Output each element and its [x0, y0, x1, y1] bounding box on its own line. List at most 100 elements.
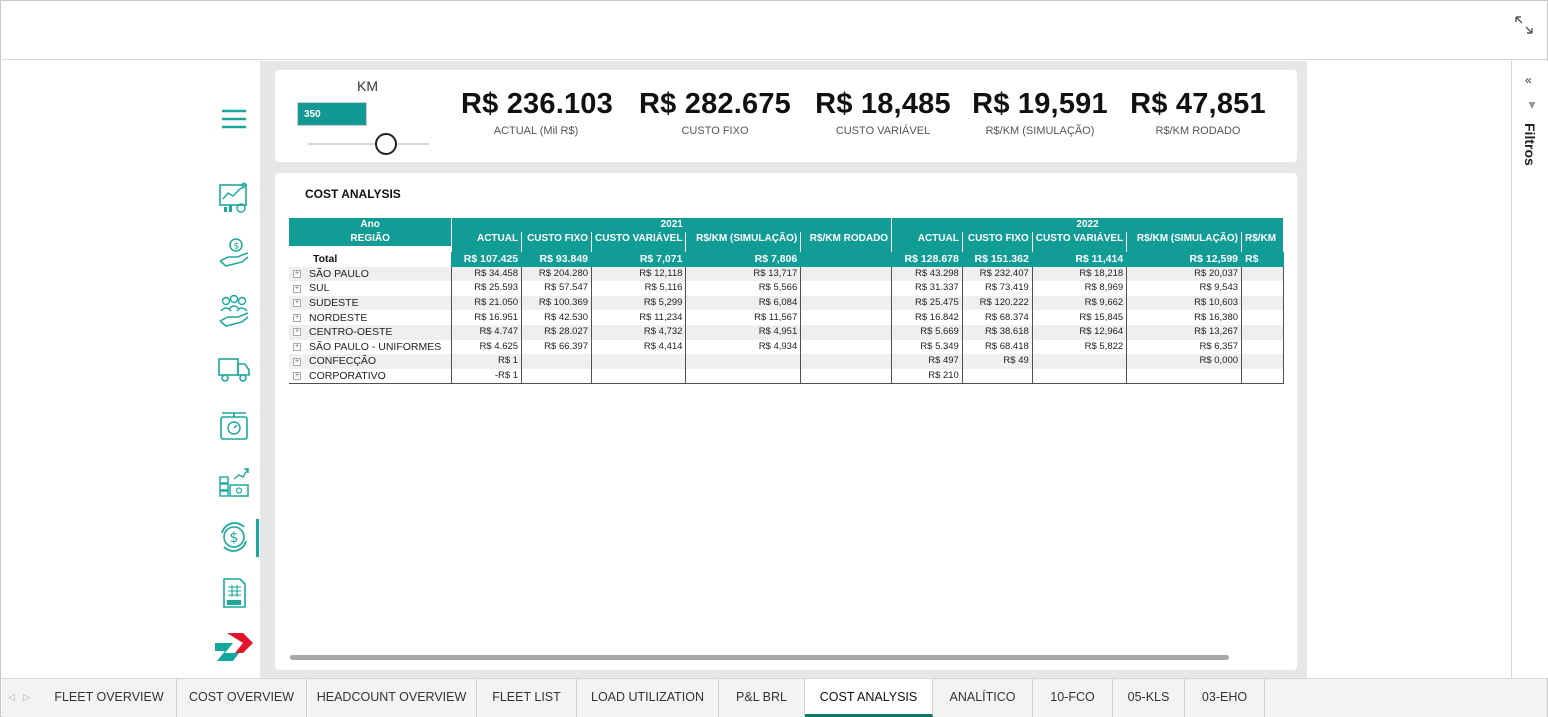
table-row[interactable]: + SÃO PAULO R$ 34.458 R$ 204.280 R$ 12,118 R$… [289, 266, 1284, 282]
value-cell [962, 368, 1033, 384]
column-header[interactable]: ACTUAL [451, 232, 523, 246]
value-cell: R$ 11,414 [1032, 252, 1128, 267]
regiao-header[interactable]: REGIÃO [289, 232, 453, 246]
table-row[interactable]: + SUDESTE R$ 21.050 R$ 100.369 R$ 5,299 R$ 6,… [289, 295, 1284, 311]
region-name-cell: + SUDESTE [289, 295, 453, 311]
dollar-cycle-icon[interactable]: $ [216, 519, 252, 555]
value-cell: R$ 12,599 [1126, 252, 1243, 267]
total-row[interactable]: Total R$ 107.425 R$ 93.849 R$ 7,071 R$ 7,806… [289, 252, 1284, 267]
table-row[interactable]: + CONFECÇÃO R$ 1 R$ 497 R$ 49 R$ 0,000 [289, 354, 1284, 369]
page-tab[interactable]: LOAD UTILIZATION [577, 679, 719, 717]
truck-icon[interactable] [216, 351, 252, 387]
expand-plus-icon[interactable]: + [293, 313, 301, 322]
column-header[interactable]: CUSTO FIXO [962, 232, 1033, 246]
column-header[interactable]: CUSTO FIXO [521, 232, 593, 246]
column-header[interactable]: CUSTO VARIÁVEL [1032, 232, 1128, 246]
column-header[interactable]: ACTUAL [891, 232, 963, 246]
value-cell [800, 368, 893, 384]
value-cell: R$ 16.842 [891, 310, 963, 325]
value-cell [591, 354, 687, 369]
value-cell: R$ 232.407 [962, 266, 1033, 282]
value-cell: R$ [1241, 252, 1284, 267]
column-header[interactable]: R$/KM (SIMULAÇÃO) [1126, 232, 1243, 246]
matrix-body: Total R$ 107.425 R$ 93.849 R$ 7,071 R$ 7,806… [289, 252, 1284, 384]
page-tab[interactable]: 03-EHO [1185, 679, 1265, 717]
value-cell: R$ 1 [451, 354, 523, 369]
page-tab[interactable]: ANALÍTICO [933, 679, 1033, 717]
value-cell: R$ 49 [962, 354, 1033, 369]
value-cell: R$ 57.547 [521, 281, 593, 296]
expand-plus-icon[interactable]: + [293, 284, 301, 293]
value-cell: R$ 128.678 [891, 252, 963, 267]
page-tab[interactable]: FLEET OVERVIEW [42, 679, 177, 717]
value-cell: R$ 0,000 [1126, 354, 1243, 369]
value-cell [1241, 281, 1284, 296]
expand-plus-icon[interactable]: + [293, 299, 301, 308]
column-header[interactable]: R$/KM (SIMULAÇÃO) [685, 232, 802, 246]
value-cell [1241, 266, 1284, 282]
ano-header: Ano [289, 218, 453, 232]
value-cell: R$ 4,951 [685, 324, 802, 340]
page-tab[interactable]: HEADCOUNT OVERVIEW [307, 679, 477, 717]
value-cell: R$ 4.747 [451, 324, 523, 340]
region-name-cell: + CONFECÇÃO [289, 354, 453, 369]
cost-hand-icon[interactable]: $ [216, 235, 252, 271]
horizontal-scrollbar[interactable] [290, 655, 1229, 660]
scale-icon[interactable] [216, 407, 252, 443]
expand-plus-icon[interactable]: + [293, 270, 301, 279]
filters-label[interactable]: Filtros [1522, 123, 1538, 166]
region-name-cell: + SÃO PAULO [289, 266, 453, 282]
page-tab[interactable]: 10-FCO [1033, 679, 1113, 717]
page-tab[interactable]: P&L BRL [719, 679, 805, 717]
column-header[interactable]: R$/KM RODADO [800, 232, 893, 246]
value-cell [1241, 295, 1284, 311]
table-row[interactable]: + SUL R$ 25.593 R$ 57.547 R$ 5,116 R$ 5,566 R$… [289, 281, 1284, 296]
matrix-viewport[interactable]: Ano 2021 2022 REGIÃO ACTUAL CUSTO FIXO C… [289, 218, 1284, 388]
page-tab[interactable]: COST OVERVIEW [177, 679, 307, 717]
expand-plus-icon[interactable]: + [293, 372, 301, 381]
menu-icon[interactable] [216, 101, 252, 137]
km-slider-track[interactable] [308, 143, 429, 145]
column-header[interactable]: CUSTO VARIÁVEL [591, 232, 687, 246]
km-slider-thumb[interactable] [375, 133, 397, 155]
page-tab[interactable]: 05-KLS [1113, 679, 1185, 717]
expand-plus-icon[interactable]: + [293, 328, 301, 337]
tab-scroll-arrows-icon[interactable]: ◁▷ [8, 692, 38, 703]
value-cell: R$ 6,084 [685, 295, 802, 311]
spreadsheet-xls-icon[interactable] [216, 575, 252, 611]
table-row[interactable]: + NORDESTE R$ 16.951 R$ 42.530 R$ 11,234 R$ 1… [289, 310, 1284, 325]
headcount-icon[interactable] [216, 293, 252, 329]
value-cell: R$ 43.298 [891, 266, 963, 282]
table-row[interactable]: + CENTRO-OESTE R$ 4.747 R$ 28.027 R$ 4,732 R$… [289, 324, 1284, 340]
table-row[interactable]: + CORPORATIVO -R$ 1 R$ 210 [289, 368, 1284, 384]
value-cell: R$ 68.418 [962, 339, 1033, 355]
top-bar [2, 2, 1547, 60]
region-name: CONFECÇÃO [309, 355, 377, 368]
expand-icon[interactable] [1513, 14, 1535, 36]
region-name-cell: + CORPORATIVO [289, 368, 453, 384]
region-name: SÃO PAULO - UNIFORMES [309, 340, 442, 353]
table-row[interactable]: + SÃO PAULO - UNIFORMES R$ 4.625 R$ 66.397 R… [289, 339, 1284, 355]
value-cell: R$ 9,662 [1032, 295, 1128, 311]
value-cell: R$ 10,603 [1126, 295, 1243, 311]
collapse-chevron-icon[interactable]: « [1525, 73, 1532, 87]
page-tab[interactable]: FLEET LIST [477, 679, 577, 717]
money-growth-icon[interactable] [216, 463, 252, 499]
expand-plus-icon[interactable]: + [293, 357, 301, 366]
value-cell: R$ 31.337 [891, 281, 963, 296]
column-header[interactable]: R$/KM [1241, 232, 1284, 246]
kpi-value: R$ 19,591 [972, 88, 1108, 120]
kpi-actual: R$ 236.103 ACTUAL (Mil R$) [461, 88, 613, 137]
value-cell: R$ 8,969 [1032, 281, 1128, 296]
value-cell [800, 354, 893, 369]
kpi-value: R$ 18,485 [815, 88, 951, 120]
value-cell: R$ 66.397 [521, 339, 593, 355]
region-name-cell: + NORDESTE [289, 310, 453, 325]
value-cell: R$ 7,071 [591, 252, 687, 267]
expand-plus-icon[interactable]: + [293, 343, 301, 352]
page-tab[interactable]: COST ANALYSIS [805, 679, 933, 717]
km-input[interactable]: 350 [297, 102, 367, 126]
value-cell: R$ 13,717 [685, 266, 802, 282]
fleet-dashboard-icon[interactable] [216, 179, 252, 215]
km-label: KM [357, 78, 378, 94]
